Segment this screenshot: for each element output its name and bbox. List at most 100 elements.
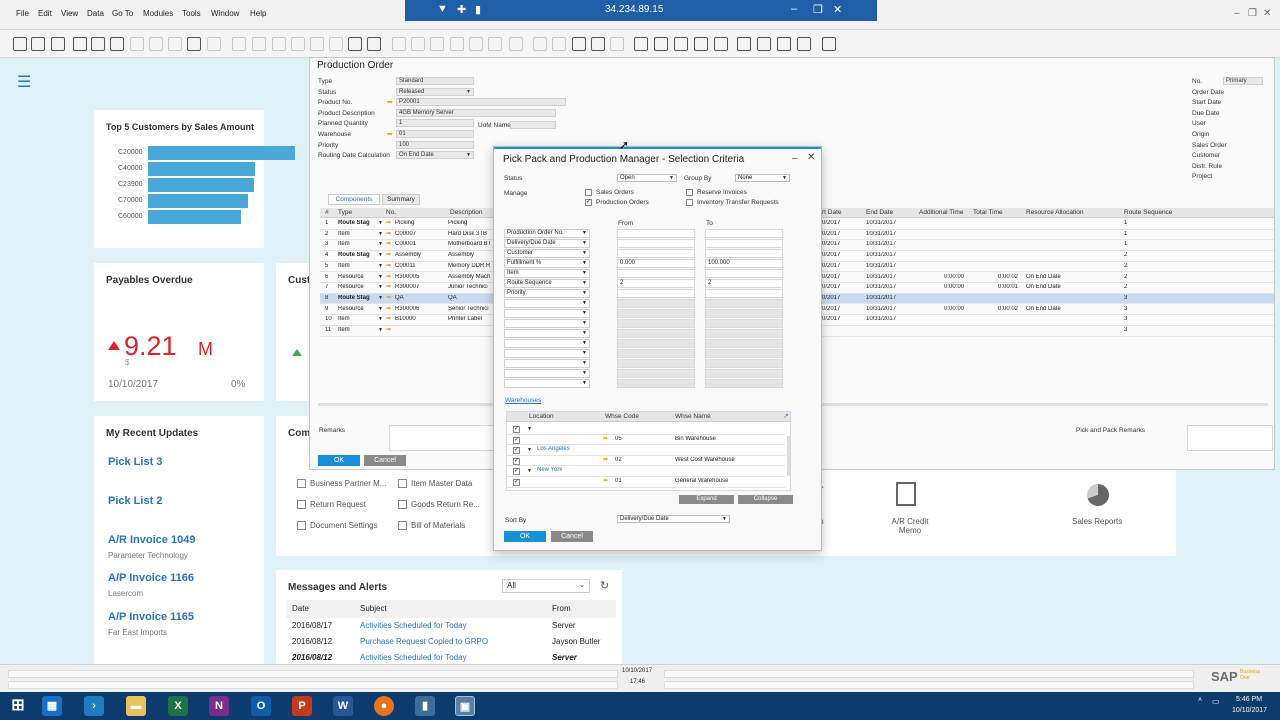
chevron-down-icon[interactable]: ▼ [378,231,383,237]
row-no[interactable]: R300007 [395,284,445,290]
toolbar-button-icon[interactable] [187,37,201,51]
criteria-select[interactable]: Route Sequence ▼ [504,279,590,288]
criteria-to[interactable]: 100.000 [705,259,783,268]
menu-view[interactable]: View [61,9,78,18]
recent-item-link[interactable]: A/P Invoice 1166 [108,572,194,584]
chevron-down-icon[interactable]: ▼ [378,241,383,247]
criteria-to[interactable] [705,319,783,328]
pick-pack-remarks-field[interactable] [1187,425,1273,451]
table-row[interactable]: 10 Item ▼ ➡ B10000 Printer Label [320,315,494,326]
shortcut-item[interactable]: Bill of Materials [398,521,465,531]
link-arrow-icon[interactable]: ➡ [386,294,391,301]
criteria-select[interactable]: ▼ [504,369,590,378]
row-description[interactable]: Motherboard BT [448,241,494,247]
criteria-to[interactable] [705,309,783,318]
warehouse-row[interactable]: ✓ ➡ 02 West Cost Warehouse [507,456,785,467]
link-arrow-icon[interactable]: ➡ [386,262,391,269]
row-description[interactable]: QA [448,295,494,301]
signal-icon[interactable]: ▮ [475,3,481,16]
message-subject-link[interactable]: Activities Scheduled for Today [360,621,467,630]
criteria-select[interactable]: Delivery/Due Date ▼ [504,239,590,248]
criteria-to[interactable] [705,359,783,368]
chevron-down-icon[interactable]: ▼ [378,252,383,258]
toolbar-button-icon[interactable] [777,37,791,51]
warehouse-checkbox[interactable]: ✓ [513,457,520,465]
warehouse-row[interactable]: ✓ ▼ Los Angeles [507,445,785,456]
table-row[interactable]: 0/2017 10/31/2017 0:00:00 0:00:02 On End Dat… [822,305,1274,316]
powershell-icon[interactable]: › [84,696,104,716]
criteria-select[interactable]: ▼ [504,349,590,358]
table-row[interactable]: 0/2017 10/31/2017 1 [822,219,1274,230]
toolbar-button-icon[interactable] [572,37,586,51]
criteria-to[interactable] [705,289,783,298]
table-row[interactable]: 0/2017 10/31/2017 2 [822,262,1274,273]
shortcut-item[interactable]: Return Request [297,500,366,510]
link-arrow-icon[interactable]: ➡ [387,130,393,138]
table-row[interactable]: 0/2017 10/31/2017 0:00:00 0:00:02 On End Dat… [822,273,1274,284]
dialog-ok-button[interactable]: OK [504,531,546,542]
warehouse-row[interactable]: ✓ ➡ 05 Bin Warehouse [507,435,785,446]
toolbar-button-icon[interactable] [367,37,381,51]
menu-data[interactable]: Data [87,9,104,18]
po-field-value[interactable]: 4GB Memory Server [396,108,556,117]
toolbar-button-icon[interactable] [168,37,182,51]
criteria-select[interactable]: ▼ [504,339,590,348]
link-arrow-icon[interactable]: ➡ [386,326,391,333]
toolbar-button-icon[interactable] [392,37,406,51]
warehouse-row[interactable]: ✓ ➡ 01 General Warehouse [507,477,785,488]
shortcut-item[interactable]: Document Settings [297,521,378,531]
windows-start-icon[interactable]: ⊞ [8,696,28,716]
toolbar-button-icon[interactable] [714,37,728,51]
row-type[interactable]: Item [338,263,376,269]
toolbar-button-icon[interactable] [674,37,688,51]
toolbar-button-icon[interactable] [73,37,87,51]
table-row[interactable]: 0/2017 10/31/2017 2 [822,251,1274,262]
chevron-down-icon[interactable]: ▼ [527,468,532,474]
toolbar-button-icon[interactable] [737,37,751,51]
link-arrow-icon[interactable]: ➡ [386,315,391,322]
table-row[interactable]: 3 [822,326,1274,337]
remarks-field[interactable] [389,425,495,451]
message-subject-link[interactable]: Purchase Request Copied to GRPO [360,637,488,646]
row-description[interactable]: Memory DDR R [448,263,494,269]
toolbar-button-icon[interactable] [430,37,444,51]
toolbar-button-icon[interactable] [207,37,221,51]
table-row[interactable]: 0/2017 10/31/2017 1 [822,230,1274,241]
chevron-down-icon[interactable]: ▼ [378,284,383,290]
table-row[interactable]: 7 Resource ▼ ➡ R300007 Junior Technici [320,283,494,294]
collapse-button[interactable]: Collapse [738,495,793,504]
criteria-to[interactable] [705,379,783,388]
menu-tools[interactable]: Tools [182,9,201,18]
shortcut-item[interactable]: Business Partner M... [297,479,386,489]
menu-window[interactable]: Window [211,9,239,18]
link-arrow-icon[interactable]: ➡ [386,219,391,226]
row-no[interactable]: C00007 [395,231,445,237]
chevron-down-icon[interactable]: ▼ [527,426,532,432]
table-row[interactable]: 8 Route Stag ▼ ➡ QA QA [320,293,494,305]
app-close-icon[interactable]: ✕ [1263,8,1271,19]
criteria-to[interactable] [705,339,783,348]
restore-icon[interactable]: ❐ [813,3,823,16]
toolbar-button-icon[interactable] [533,37,547,51]
table-row[interactable]: 2 Item ▼ ➡ C00007 Hard Disk 3TB [320,230,494,241]
criteria-from[interactable] [617,349,695,358]
customer-bar[interactable] [148,194,248,208]
toolbar-button-icon[interactable] [610,37,624,51]
toolbar-button-icon[interactable] [13,37,27,51]
toolbar-button-icon[interactable] [232,37,246,51]
row-no[interactable]: C00011 [395,263,445,269]
row-description[interactable]: Assembly Mach [448,274,494,280]
toolbar-button-icon[interactable] [272,37,286,51]
po-ok-button[interactable]: OK [318,455,360,466]
toolbar-button-icon[interactable] [31,37,45,51]
toolbar-button-icon[interactable] [591,37,605,51]
criteria-to[interactable] [705,239,783,248]
link-arrow-icon[interactable]: ➡ [386,240,391,247]
row-type[interactable]: Resource [338,274,376,280]
criteria-from[interactable] [617,369,695,378]
row-no[interactable]: QA [395,295,445,301]
criteria-from[interactable] [617,379,695,388]
menu-go-to[interactable]: Go To [112,9,133,18]
recent-item-link[interactable]: A/R Invoice 1049 [108,534,195,546]
row-no[interactable]: C00001 [395,241,445,247]
